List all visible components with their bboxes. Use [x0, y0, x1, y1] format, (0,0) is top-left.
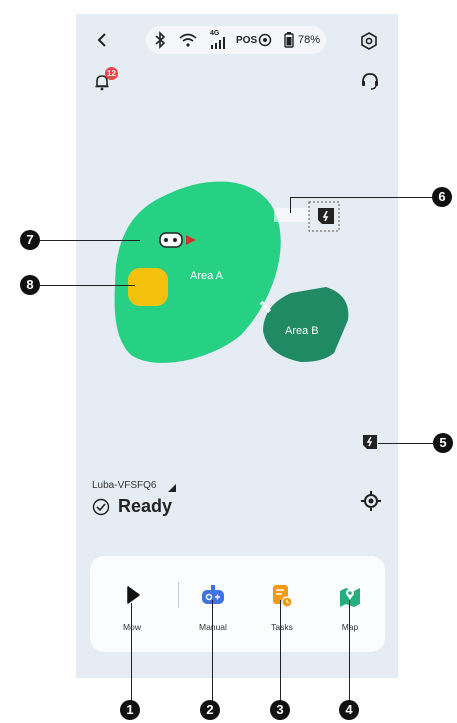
callout-3: 3: [270, 700, 290, 720]
mower-icon: [159, 232, 196, 248]
callout-line-5: [378, 443, 433, 444]
pos-label: POS: [236, 35, 258, 46]
nav-divider: [178, 582, 179, 608]
settings-icon[interactable]: [360, 32, 378, 50]
tasks-icon: [273, 585, 293, 608]
callout-line-4: [349, 600, 350, 704]
device-name[interactable]: Luba-VFSFQ6: [92, 480, 156, 491]
network-type: 4G: [210, 30, 220, 37]
callout-line-6b: [290, 197, 291, 213]
locate-icon[interactable]: [360, 490, 382, 512]
charging-station-icon[interactable]: [316, 206, 336, 226]
wifi-icon: [179, 33, 197, 47]
obstacle-shape: [128, 268, 168, 306]
tasks-button[interactable]: Tasks: [252, 578, 312, 636]
callout-2: 2: [200, 700, 220, 720]
callout-line-6: [290, 197, 432, 198]
check-circle-icon: [92, 498, 110, 516]
callout-line-3: [280, 600, 281, 704]
callout-1: 1: [120, 700, 140, 720]
device-status: Ready: [118, 496, 173, 516]
area-b-label: Area B: [285, 325, 319, 337]
back-button[interactable]: [94, 30, 112, 50]
mow-button[interactable]: Mow: [102, 578, 162, 636]
callout-line-2: [212, 600, 213, 704]
callout-6: 6: [432, 187, 452, 207]
headset-icon[interactable]: [360, 71, 380, 91]
dropdown-triangle-icon[interactable]: [168, 484, 176, 492]
callout-5: 5: [433, 433, 453, 453]
map-label: Map: [320, 622, 380, 632]
callout-7: 7: [20, 230, 40, 250]
recharge-button[interactable]: [362, 434, 378, 450]
bluetooth-icon: [155, 31, 166, 49]
mow-label: Mow: [102, 622, 162, 632]
rtk-signal-icon: [258, 33, 272, 47]
map-icon: [340, 588, 360, 607]
callout-line-8: [40, 285, 135, 286]
callout-4: 4: [339, 700, 359, 720]
chevron-left-icon: [97, 33, 106, 47]
notification-badge: 12: [105, 67, 118, 80]
tasks-label: Tasks: [271, 622, 293, 632]
battery-icon: [284, 32, 294, 48]
callout-line-1: [131, 603, 132, 704]
manual-label: Manual: [183, 622, 243, 632]
callout-8: 8: [20, 275, 40, 295]
play-icon: [127, 586, 140, 604]
battery-percent: 78%: [298, 34, 321, 46]
gamepad-icon: [202, 585, 224, 604]
map-button[interactable]: Map: [320, 578, 380, 636]
signal-icon: [211, 37, 225, 49]
callout-line-7: [40, 240, 140, 241]
lawn-map[interactable]: [76, 150, 398, 400]
area-a-label: Area A: [190, 270, 224, 282]
manual-button[interactable]: Manual: [183, 578, 243, 636]
